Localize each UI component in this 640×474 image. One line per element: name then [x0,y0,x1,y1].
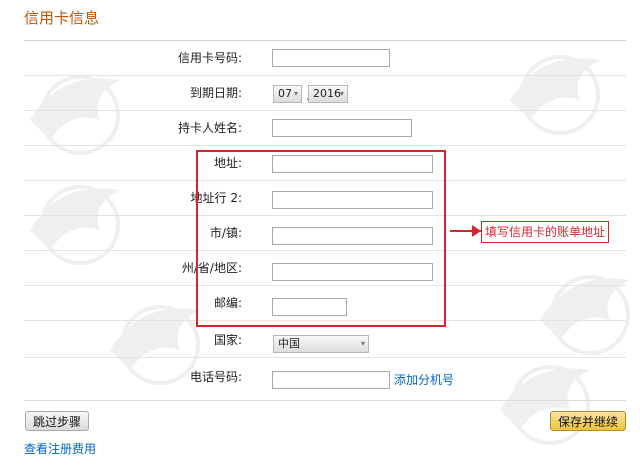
chevron-down-icon: ▾ [339,89,344,98]
phone-input[interactable] [272,371,390,389]
expiry-label: 到期日期: [189,86,242,100]
add-extension-link[interactable]: 添加分机号 [394,371,454,389]
country-value: 中国 [278,337,300,350]
expiry-month-select[interactable]: 07 ▾ [273,85,302,103]
view-registration-fees-link[interactable]: 查看注册费用 [24,440,96,457]
expiry-year-select[interactable]: 2016 ▾ [308,85,348,103]
save-and-continue-button[interactable]: 保存并继续 [549,411,626,431]
country-label: 国家: [213,333,242,347]
card-number-label: 信用卡号码: [177,51,242,65]
billing-address-callout: 填写信用卡的账单地址 [481,221,610,243]
chevron-down-icon: ▾ [293,89,298,98]
page-title: 信用卡信息 [24,9,100,27]
chevron-down-icon: ▾ [360,339,365,348]
cardholder-label: 持卡人姓名: [177,121,242,135]
skip-step-button[interactable]: 跳过步骤 [25,411,90,431]
expiry-row: 到期日期: 07▾ / 2016▾ [24,76,626,111]
expiry-month-value: 07 [278,87,292,100]
card-number-input[interactable] [272,49,390,67]
phone-label: 电话号码: [189,370,242,384]
card-number-row: 信用卡号码: [24,41,626,76]
phone-row: 电话号码: 添加分机号 [24,360,626,394]
billing-address-highlight-box [196,150,446,327]
cardholder-name-input[interactable] [272,119,412,137]
country-select[interactable]: 中国 ▾ [273,335,369,353]
arrow-right-icon [472,225,481,237]
country-row: 国家: 中国 ▾ [24,323,626,358]
expiry-year-value: 2016 [313,87,341,100]
divider [24,400,626,401]
cardholder-row: 持卡人姓名: [24,111,626,146]
